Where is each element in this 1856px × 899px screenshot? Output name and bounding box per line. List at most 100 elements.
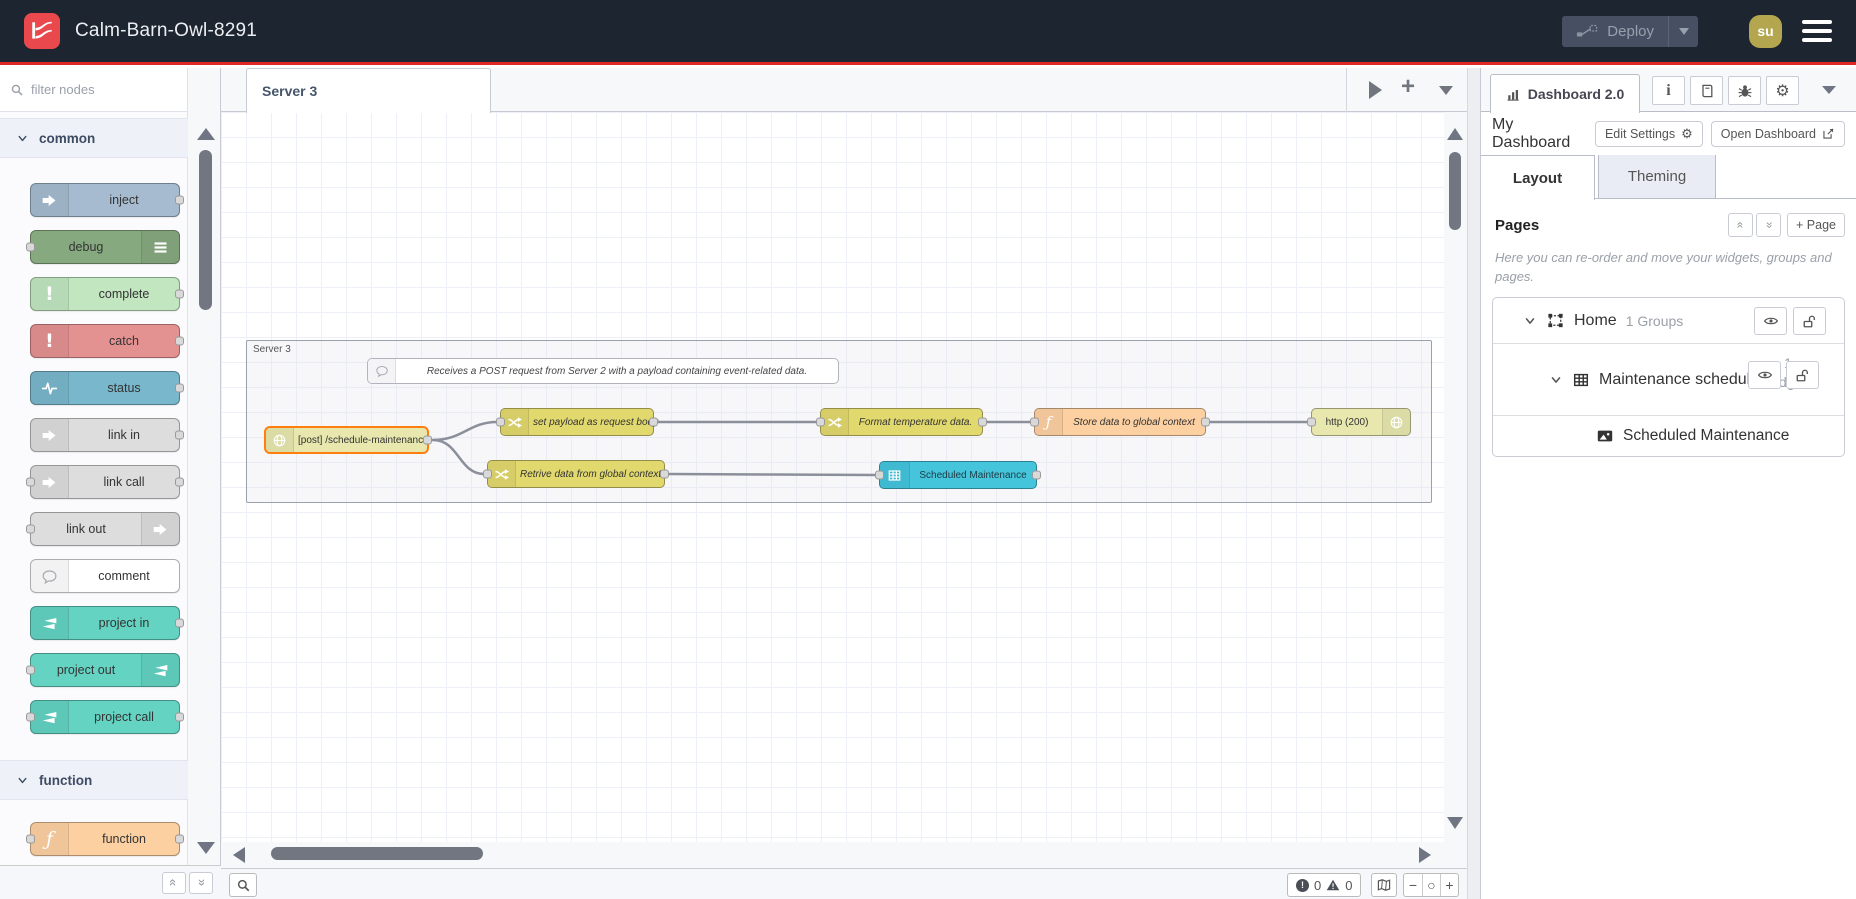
output-port[interactable]	[175, 712, 184, 722]
node-format-temperature[interactable]: Format temperature data.	[816, 408, 987, 436]
palette-node-link-out[interactable]: link out	[26, 512, 180, 546]
input-port[interactable]	[26, 834, 35, 844]
input-port[interactable]	[1307, 417, 1316, 427]
filter-nodes-input[interactable]	[31, 82, 171, 97]
page-lock-button[interactable]	[1793, 307, 1826, 335]
palette-node-complete[interactable]: ! complete	[30, 277, 184, 311]
output-port[interactable]	[423, 435, 432, 445]
input-port[interactable]	[26, 665, 35, 675]
palette-node-function[interactable]: ƒ function	[26, 822, 184, 856]
scroll-left-icon[interactable]	[233, 847, 245, 863]
palette-node-link-in[interactable]: link in	[30, 418, 184, 452]
node-set-payload[interactable]: set payload as request body	[496, 408, 658, 436]
palette-node-link-call[interactable]: link call	[26, 465, 184, 499]
output-port[interactable]	[175, 383, 184, 393]
help-button[interactable]	[1690, 76, 1723, 105]
vscrollbar-thumb[interactable]	[1449, 152, 1461, 230]
group-lock-button[interactable]	[1786, 361, 1819, 389]
config-button[interactable]: ⚙	[1766, 76, 1799, 105]
palette-node-comment[interactable]: comment	[30, 559, 180, 593]
scroll-up-icon[interactable]	[1447, 128, 1463, 140]
node-http-response[interactable]: http (200)	[1307, 408, 1411, 436]
deploy-button[interactable]: Deploy	[1562, 15, 1698, 47]
tab-layout[interactable]: Layout	[1481, 155, 1595, 200]
zoom-reset-button[interactable]: ○	[1422, 874, 1440, 896]
sidebar-tab-dashboard[interactable]: Dashboard 2.0	[1490, 74, 1640, 113]
input-port[interactable]	[26, 712, 35, 722]
node-store-global-context[interactable]: ƒ Store data to global context	[1030, 408, 1210, 436]
node-http-in[interactable]: [post] /schedule-maintenance	[264, 426, 432, 454]
palette-category-function[interactable]: function	[0, 760, 188, 800]
flow-canvas[interactable]: Server 3 Receives a POST request from Se…	[221, 112, 1467, 899]
notifications-badge[interactable]: ! 0 0	[1287, 873, 1362, 897]
tab-menu-button[interactable]	[1439, 86, 1453, 95]
collapse-all-pages-button[interactable]: «	[1728, 213, 1754, 237]
palette-category-common[interactable]: common	[0, 118, 188, 158]
output-port[interactable]	[175, 618, 184, 628]
page-visibility-button[interactable]	[1754, 307, 1787, 335]
input-port[interactable]	[496, 417, 505, 427]
flow-tab-server3[interactable]: Server 3	[246, 68, 491, 113]
deploy-options-button[interactable]	[1668, 15, 1698, 47]
palette-scroll-up-icon[interactable]	[197, 128, 215, 140]
scroll-down-icon[interactable]	[1447, 817, 1463, 829]
expand-all-pages-button[interactable]: «	[1756, 213, 1782, 237]
input-port[interactable]	[875, 470, 884, 480]
tree-row-page-home[interactable]: Home 1 Groups	[1493, 298, 1844, 344]
palette-node-catch[interactable]: ! catch	[30, 324, 184, 358]
sidebar-resize-handle[interactable]	[1467, 68, 1481, 899]
open-dashboard-button[interactable]: Open Dashboard	[1710, 120, 1845, 147]
output-port[interactable]	[175, 430, 184, 440]
output-port[interactable]	[175, 195, 184, 205]
zoom-in-button[interactable]: +	[1440, 874, 1458, 896]
add-page-button[interactable]: + Page	[1787, 213, 1845, 237]
chevron-down-icon[interactable]	[1523, 314, 1537, 328]
input-port[interactable]	[26, 524, 35, 534]
debug-button[interactable]	[1728, 76, 1761, 105]
palette-node-project-out[interactable]: project out	[26, 653, 180, 687]
edit-settings-button[interactable]: Edit Settings ⚙	[1594, 120, 1703, 147]
tree-row-widget-scheduled-maintenance[interactable]: Scheduled Maintenance	[1493, 416, 1844, 456]
comment-node[interactable]: Receives a POST request from Server 2 wi…	[367, 358, 839, 384]
input-port[interactable]	[816, 417, 825, 427]
node-retrieve-global-context[interactable]: Retrive data from global context	[483, 460, 669, 488]
palette-node-debug[interactable]: debug	[26, 230, 180, 264]
navigator-button[interactable]	[1371, 873, 1397, 897]
hscrollbar-thumb[interactable]	[271, 847, 483, 860]
output-port[interactable]	[175, 834, 184, 844]
deploy-button-main[interactable]: Deploy	[1562, 16, 1668, 47]
output-port[interactable]	[1201, 417, 1210, 427]
output-port[interactable]	[175, 477, 184, 487]
canvas-search-button[interactable]	[229, 873, 257, 897]
node-ui-table-scheduled-maintenance[interactable]: Scheduled Maintenance	[875, 461, 1041, 489]
palette-scrollbar-thumb[interactable]	[199, 150, 212, 310]
zoom-out-button[interactable]: −	[1404, 874, 1422, 896]
info-button[interactable]: i	[1652, 76, 1685, 105]
output-port[interactable]	[660, 469, 669, 479]
user-avatar[interactable]: su	[1749, 14, 1782, 48]
palette-expand-all-button[interactable]: «	[189, 871, 213, 894]
main-menu-button[interactable]	[1802, 20, 1832, 42]
palette-collapse-all-button[interactable]: «	[162, 871, 186, 894]
palette-scroll-down-icon[interactable]	[197, 842, 215, 854]
tab-list-button[interactable]	[1369, 81, 1382, 99]
tree-row-group-maintenance[interactable]: Maintenance schedul... 1 Widgets	[1493, 344, 1844, 416]
output-port[interactable]	[978, 417, 987, 427]
group-visibility-button[interactable]	[1748, 361, 1781, 389]
input-port[interactable]	[26, 242, 35, 252]
palette-node-project-in[interactable]: project in	[30, 606, 184, 640]
input-port[interactable]	[483, 469, 492, 479]
output-port[interactable]	[175, 289, 184, 299]
canvas-grid[interactable]: Server 3 Receives a POST request from Se…	[221, 112, 1444, 842]
output-port[interactable]	[649, 417, 658, 427]
chevron-down-icon[interactable]	[1549, 373, 1563, 387]
output-port[interactable]	[175, 336, 184, 346]
palette-node-inject[interactable]: inject	[30, 183, 184, 217]
output-port[interactable]	[1032, 470, 1041, 480]
tab-theming[interactable]: Theming	[1598, 155, 1716, 199]
sidebar-menu-button[interactable]	[1822, 86, 1836, 94]
palette-node-project-call[interactable]: project call	[26, 700, 184, 734]
palette-filter[interactable]	[0, 68, 187, 112]
input-port[interactable]	[1030, 417, 1039, 427]
input-port[interactable]	[26, 477, 35, 487]
